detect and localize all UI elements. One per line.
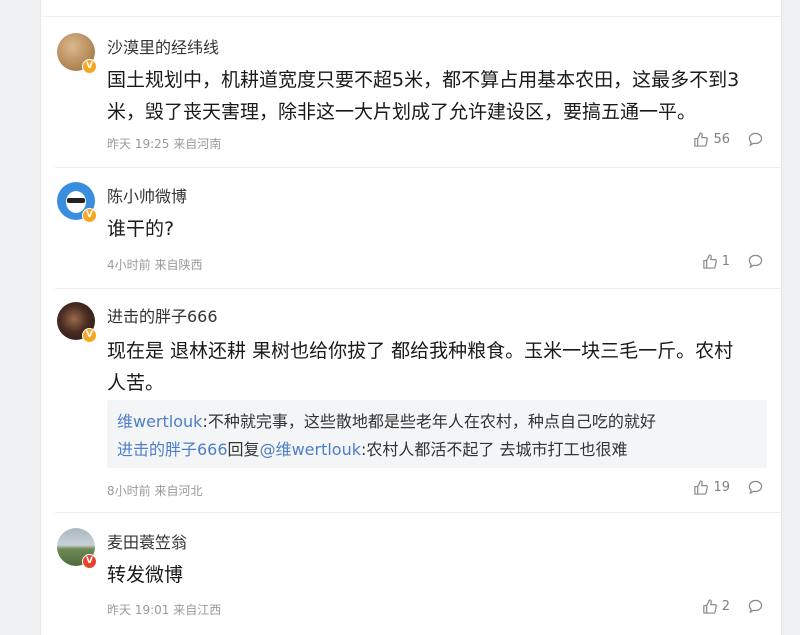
reply-user-link[interactable]: 维wertlouk — [117, 412, 202, 431]
username[interactable]: 麦田蓑笠翁 — [107, 529, 187, 553]
thumbs-up-icon — [702, 599, 717, 614]
username[interactable]: 陈小帅微博 — [107, 183, 187, 207]
reply-item: 维wertlouk:不种就完事，这些散地都是些老年人在农村，种点自己吃的就好 — [117, 408, 656, 432]
thumbs-up-icon — [702, 254, 717, 269]
comment-actions: 19 — [693, 480, 763, 495]
comment-actions: 56 — [693, 132, 763, 147]
verified-badge-icon: V — [82, 554, 97, 569]
like-button[interactable]: 56 — [693, 132, 730, 147]
like-button[interactable]: 2 — [702, 599, 730, 614]
verified-badge-icon: V — [82, 328, 97, 343]
like-button[interactable]: 19 — [693, 480, 730, 495]
reply-user-link[interactable]: 进击的胖子666 — [117, 440, 228, 459]
comment-bubble-icon[interactable] — [748, 132, 763, 147]
like-count: 1 — [721, 254, 730, 269]
comment-bubble-icon[interactable] — [748, 599, 763, 614]
comment-meta: 8小时前 来自河北 — [107, 484, 203, 498]
reply-label: 回复 — [227, 440, 260, 459]
comment-meta: 昨天 19:01 来自江西 — [107, 603, 222, 617]
comment-text: 谁干的? — [107, 218, 175, 240]
username[interactable]: 沙漠里的经纬线 — [107, 34, 219, 58]
comment-bubble-icon[interactable] — [748, 480, 763, 495]
reply-text: :农村人都活不起了 去城市打工也很难 — [361, 440, 628, 459]
divider — [55, 288, 781, 289]
like-count: 56 — [713, 132, 730, 147]
divider — [41, 16, 781, 17]
reply-text: :不种就完事，这些散地都是些老年人在农村，种点自己吃的就好 — [202, 412, 656, 431]
divider — [55, 512, 781, 513]
comment-actions: 1 — [702, 254, 763, 269]
comment-meta: 昨天 19:25 来自河南 — [107, 137, 222, 151]
thumbs-up-icon — [693, 132, 709, 147]
like-button[interactable]: 1 — [702, 254, 730, 269]
comment-meta: 4小时前 来自陕西 — [107, 258, 203, 272]
like-count: 19 — [713, 480, 730, 495]
comment-text-line: 米，毁了丧天害理，除非这一大片划成了允许建设区，要搞五通一平。 — [107, 101, 697, 123]
like-count: 2 — [721, 599, 730, 614]
username[interactable]: 进击的胖子666 — [107, 303, 218, 327]
comment-text: 国土规划中，机耕道宽度只要不超5米，都不算占用基本农田，这最多不到3 米，毁了丧… — [107, 64, 767, 128]
comment-bubble-icon[interactable] — [748, 254, 763, 269]
comment-text-line: 现在是 退林还耕 果树也给你拔了 都给我种粮食。玉米一块三毛一斤。农村 — [107, 340, 734, 362]
thumbs-up-icon — [693, 480, 709, 495]
comment-text-line: 国土规划中，机耕道宽度只要不超5米，都不算占用基本农田，这最多不到3 — [107, 69, 740, 91]
verified-badge-icon: V — [82, 208, 97, 223]
comment-text: 转发微博 — [107, 564, 184, 586]
reply-thread: 维wertlouk:不种就完事，这些散地都是些老年人在农村，种点自己吃的就好 进… — [107, 400, 767, 468]
reply-item: 进击的胖子666回复@维wertlouk:农村人都活不起了 去城市打工也很难 — [117, 436, 627, 460]
comment-text: 现在是 退林还耕 果树也给你拔了 都给我种粮食。玉米一块三毛一斤。农村 人苦。 — [107, 335, 767, 399]
mention-link[interactable]: @维wertlouk — [260, 440, 361, 459]
comment-text-line: 人苦。 — [107, 372, 165, 394]
divider — [55, 167, 781, 168]
comment-actions: 2 — [702, 599, 763, 614]
comment-panel: V 沙漠里的经纬线 国土规划中，机耕道宽度只要不超5米，都不算占用基本农田，这最… — [40, 0, 782, 635]
verified-badge-icon: V — [82, 59, 97, 74]
